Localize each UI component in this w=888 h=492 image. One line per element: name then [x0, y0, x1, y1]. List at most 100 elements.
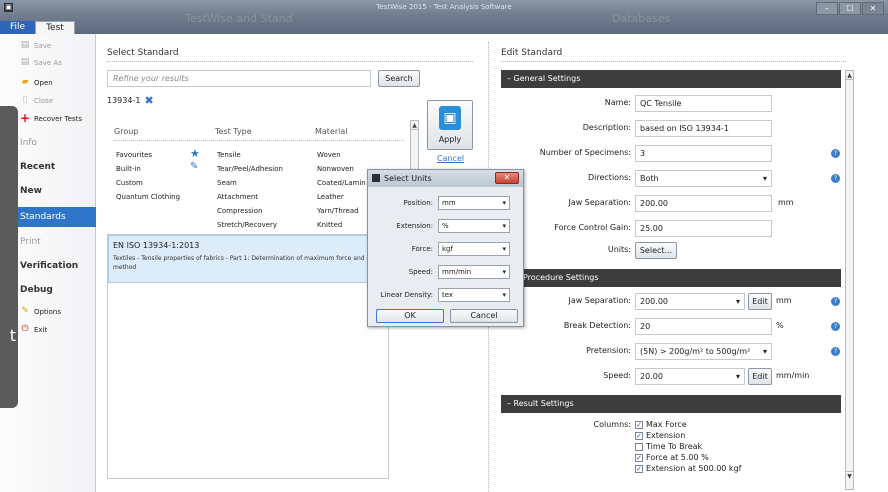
jaw-separation-select[interactable]: 200.00 [635, 293, 745, 310]
remove-filter-icon[interactable]: ✖ [144, 94, 153, 107]
column-checkbox[interactable]: ✓ Extension [635, 431, 685, 440]
column-checkbox[interactable]: Time To Break [635, 442, 702, 451]
nav-print[interactable]: Print [20, 237, 41, 247]
result-code: EN ISO 13934-1:2013 [113, 241, 200, 250]
pencil-icon[interactable]: ✎ [190, 161, 198, 172]
test-type-item[interactable]: Compression [217, 207, 262, 215]
help-icon[interactable]: ? [831, 347, 840, 356]
test-type-item[interactable]: Seam [217, 179, 237, 187]
column-checkbox[interactable]: ✓ Max Force [635, 420, 687, 429]
select-standard-title: Select Standard [107, 48, 179, 58]
nav-recent[interactable]: Recent [20, 162, 55, 172]
maximize-button[interactable]: ☐ [839, 2, 861, 15]
description-field[interactable]: based on ISO 13934-1 [635, 120, 772, 137]
search-button[interactable]: Search [378, 70, 420, 87]
ok-button[interactable]: OK [376, 309, 444, 323]
description-label: Description: [582, 123, 631, 132]
menu-file[interactable]: File [0, 21, 36, 34]
linear-density-select[interactable]: tex [438, 288, 510, 302]
directions-select[interactable]: Both [635, 170, 772, 187]
pretension-select[interactable]: (5N) > 200g/m² to 500g/m² [635, 343, 772, 360]
group-item[interactable]: Custom [116, 179, 143, 187]
close-button[interactable]: ✕ [862, 2, 884, 15]
unit-label: mm/min [776, 371, 810, 380]
force-control-gain-field[interactable]: 25.00 [635, 220, 772, 237]
column-checkbox[interactable]: ✓ Extension at 500.00 kgf [635, 464, 741, 473]
save-item[interactable]: ▤ Save [20, 41, 51, 50]
result-row[interactable]: EN ISO 13934-1:2013 Textiles - Tensile p… [108, 235, 501, 283]
close-doc-icon: ▯ [22, 95, 28, 105]
star-icon[interactable]: ★ [190, 147, 200, 160]
material-item[interactable]: Nonwoven [317, 165, 354, 173]
help-icon[interactable]: ? [831, 322, 840, 331]
speed-label: Speed: [603, 371, 631, 380]
close-item[interactable]: ▯ Close [20, 95, 54, 105]
force-select[interactable]: kgf [438, 242, 510, 256]
edit-standard-title: Edit Standard [501, 48, 563, 58]
test-type-item[interactable]: Tear/Peel/Adhesion [217, 165, 283, 173]
edit-button[interactable]: Edit [748, 293, 772, 310]
search-input[interactable]: Refine your results [107, 70, 371, 87]
exit-item[interactable]: ⏻ Exit [20, 325, 47, 334]
nav-verification[interactable]: Verification [20, 261, 78, 271]
procedure-settings-header[interactable]: Procedure Settings [501, 269, 841, 287]
cancel-button[interactable]: Cancel [450, 309, 518, 323]
nav-standards[interactable]: Standards [10, 207, 96, 227]
minimize-button[interactable]: – [816, 2, 838, 15]
nav-info[interactable]: Info [20, 138, 37, 148]
edit-scrollbar[interactable]: ▲ ▼ [845, 70, 854, 490]
jaw-separation-field[interactable]: 200.00 [635, 195, 772, 212]
title-bar: ▣ TestWise 2015 - Test Analysis Software… [0, 0, 888, 34]
general-settings-header[interactable]: – General Settings [501, 70, 841, 88]
test-type-item[interactable]: Tensile [217, 151, 241, 159]
columns-label: Columns: [593, 420, 632, 429]
extension-select[interactable]: % [438, 219, 510, 233]
position-select[interactable]: mm [438, 196, 510, 210]
open-item[interactable]: ▰ Open [20, 78, 53, 87]
app-logo-icon [372, 174, 380, 182]
dialog-close-button[interactable]: ✕ [495, 172, 519, 184]
nav-new[interactable]: New [20, 186, 42, 196]
select-units-button[interactable]: Select... [635, 242, 677, 259]
speed-select[interactable]: 20.00 [635, 368, 745, 385]
speed-label: Speed: [408, 268, 433, 276]
column-checkbox[interactable]: ✓ Force at 5.00 % [635, 453, 709, 462]
material-item[interactable]: Leather [317, 193, 344, 201]
options-icon: ✎ [21, 306, 29, 316]
select-units-dialog: Select Units ✕ Position: mm Extension: %… [367, 169, 524, 327]
divider [114, 140, 404, 141]
nav-debug[interactable]: Debug [20, 285, 53, 295]
extension-label: Extension: [396, 222, 433, 230]
apply-button[interactable]: ▣ Apply [427, 100, 473, 150]
help-icon[interactable]: ? [831, 174, 840, 183]
material-item[interactable]: Yarn/Thread [317, 207, 359, 215]
results-list: EN ISO 13934-1:2013 Textiles - Tensile p… [107, 234, 501, 479]
specimens-field[interactable]: 3 [635, 145, 772, 162]
group-item[interactable]: Quantum Clothing [116, 193, 180, 201]
edit-button[interactable]: Edit [748, 368, 772, 385]
break-detection-field[interactable]: 20 [635, 318, 772, 335]
material-item[interactable]: Knitted [317, 221, 342, 229]
save-icon: ▤ [20, 40, 30, 50]
help-icon[interactable]: ? [831, 149, 840, 158]
material-item[interactable]: Woven [317, 151, 341, 159]
checkbox-checked-icon: ✓ [635, 453, 643, 462]
recover-tests-item[interactable]: + Recover Tests [20, 112, 82, 124]
checkbox-checked-icon: ✓ [635, 464, 643, 473]
help-icon[interactable]: ? [831, 297, 840, 306]
checkbox-checked-icon: ✓ [635, 420, 643, 429]
group-item[interactable]: Favourites [116, 151, 152, 159]
material-item[interactable]: Coated/Lamin [317, 179, 366, 187]
result-settings-header[interactable]: – Result Settings [501, 395, 841, 413]
speed-select[interactable]: mm/min [438, 265, 510, 279]
group-item[interactable]: Built-in [116, 165, 141, 173]
save-as-item[interactable]: ▤ Save As [20, 58, 62, 67]
test-type-item[interactable]: Stretch/Recovery [217, 221, 277, 229]
test-type-item[interactable]: Attachment [217, 193, 258, 201]
name-field[interactable]: QC Tensile [635, 95, 772, 112]
divider [107, 61, 473, 62]
cancel-link[interactable]: Cancel [437, 154, 464, 163]
dialog-title-bar: Select Units ✕ [368, 170, 523, 187]
menu-test[interactable]: Test [35, 21, 75, 34]
options-item[interactable]: ✎ Options [20, 307, 61, 316]
